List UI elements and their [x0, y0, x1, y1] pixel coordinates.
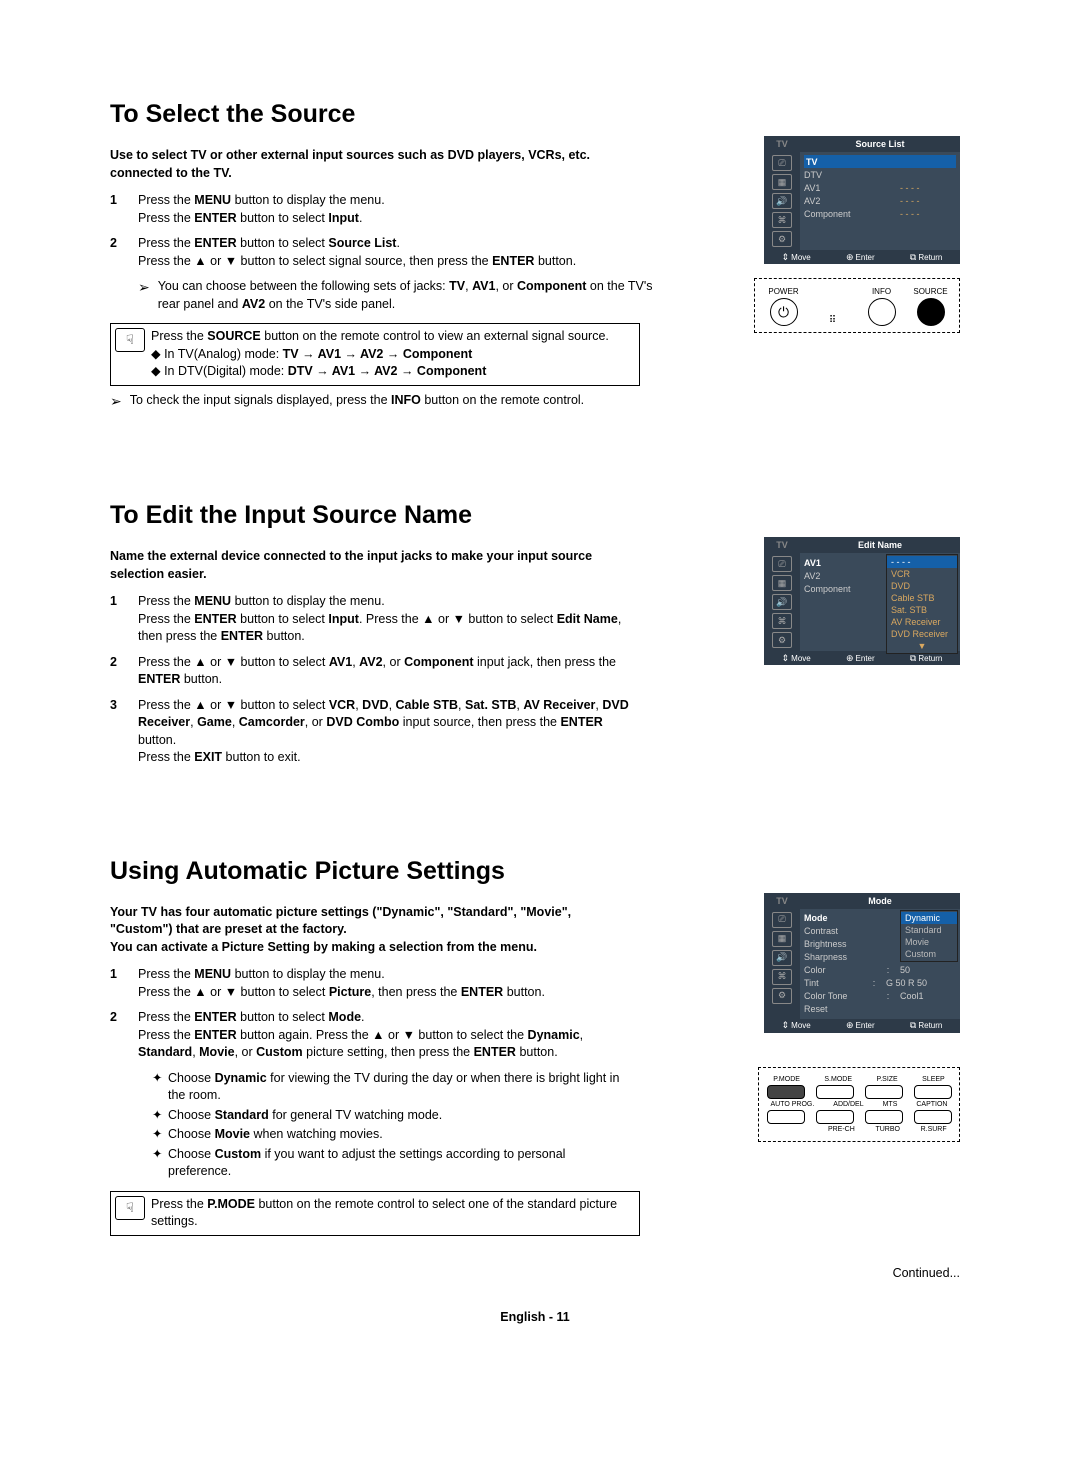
note-jacks: ➢ You can choose between the following s… [138, 278, 658, 313]
section-edit-name: To Edit the Input Source Name Name the e… [110, 501, 960, 767]
note-info: ➢ To check the input signals displayed, … [110, 392, 630, 412]
picture-icon: ▦ [772, 575, 792, 591]
heading-auto-picture: Using Automatic Picture Settings [110, 857, 960, 886]
setup-icon: ⚙ [772, 632, 792, 648]
input-icon: ⎚ [772, 912, 792, 928]
channel-icon: ⌘ [772, 212, 792, 228]
step-2-text: Press the ENTER button to select Source … [138, 235, 630, 270]
intro-text: Use to select TV or other external input… [110, 147, 630, 182]
osd-icon-column: ⎚ ▦ 🔊 ⌘ ⚙ [764, 152, 800, 250]
step-1-text: Press the MENU button to display the men… [138, 192, 630, 227]
mode-descriptions: ✦Choose Dynamic for viewing the TV durin… [152, 1070, 632, 1181]
remote-hand-icon: ☟ [115, 1196, 145, 1220]
intro-text: Name the external device connected to th… [110, 548, 630, 583]
osd-source-list: TV Source List ⎚ ▦ 🔊 ⌘ ⚙ TV DTV AV1- - -… [764, 136, 960, 264]
source-icon [917, 298, 945, 326]
picture-icon: ▦ [772, 174, 792, 190]
remote-tip-box: ☟ Press the P.MODE button on the remote … [110, 1191, 640, 1236]
section-auto-picture: Using Automatic Picture Settings Your TV… [110, 857, 960, 1236]
heading-select-source: To Select the Source [110, 100, 960, 129]
osd-list: TV DTV AV1- - - - AV2- - - - Component- … [800, 152, 960, 250]
osd-submenu-names: - - - - VCR DVD Cable STB Sat. STB AV Re… [886, 554, 958, 654]
heading-edit-name: To Edit the Input Source Name [110, 501, 960, 530]
osd-submenu-modes: Dynamic Standard Movie Custom [900, 910, 958, 962]
channel-icon: ⌘ [772, 969, 792, 985]
page-footer: English - 11 [110, 1310, 960, 1324]
input-icon: ⎚ [772, 556, 792, 572]
remote-illustration-pmode: P.MODE S.MODE P.SIZE SLEEP AUTO PROG. AD… [758, 1067, 960, 1142]
intro-text: Your TV has four automatic picture setti… [110, 904, 630, 957]
picture-icon: ▦ [772, 931, 792, 947]
remote-illustration-power: POWER⏻ ⠿ INFO SOURCE [754, 278, 960, 333]
arrow-icon: ➢ [138, 278, 150, 298]
power-icon: ⏻ [770, 298, 798, 326]
continued-text: Continued... [110, 1266, 960, 1280]
remote-hand-icon: ☟ [115, 328, 145, 352]
sound-icon: 🔊 [772, 594, 792, 610]
step-2: 2 Press the ENTER button to select Sourc… [110, 235, 630, 270]
channel-icon: ⌘ [772, 613, 792, 629]
pmode-button-icon [767, 1085, 805, 1099]
sound-icon: 🔊 [772, 950, 792, 966]
info-icon [868, 298, 896, 326]
step-1: 1 Press the MENU button to display the m… [110, 192, 630, 227]
remote-tip-box: ☟ Press the SOURCE button on the remote … [110, 323, 640, 386]
section-select-source: To Select the Source Use to select TV or… [110, 100, 960, 411]
input-icon: ⎚ [772, 155, 792, 171]
sound-icon: 🔊 [772, 193, 792, 209]
osd-edit-name: TV Edit Name ⎚ ▦ 🔊 ⌘ ⚙ AV1: AV2: Compone… [764, 537, 960, 665]
arrow-icon: ➢ [110, 392, 122, 412]
setup-icon: ⚙ [772, 988, 792, 1004]
osd-mode: TV Mode ⎚ ▦ 🔊 ⌘ ⚙ Mode: Contrast: Bright… [764, 893, 960, 1033]
setup-icon: ⚙ [772, 231, 792, 247]
